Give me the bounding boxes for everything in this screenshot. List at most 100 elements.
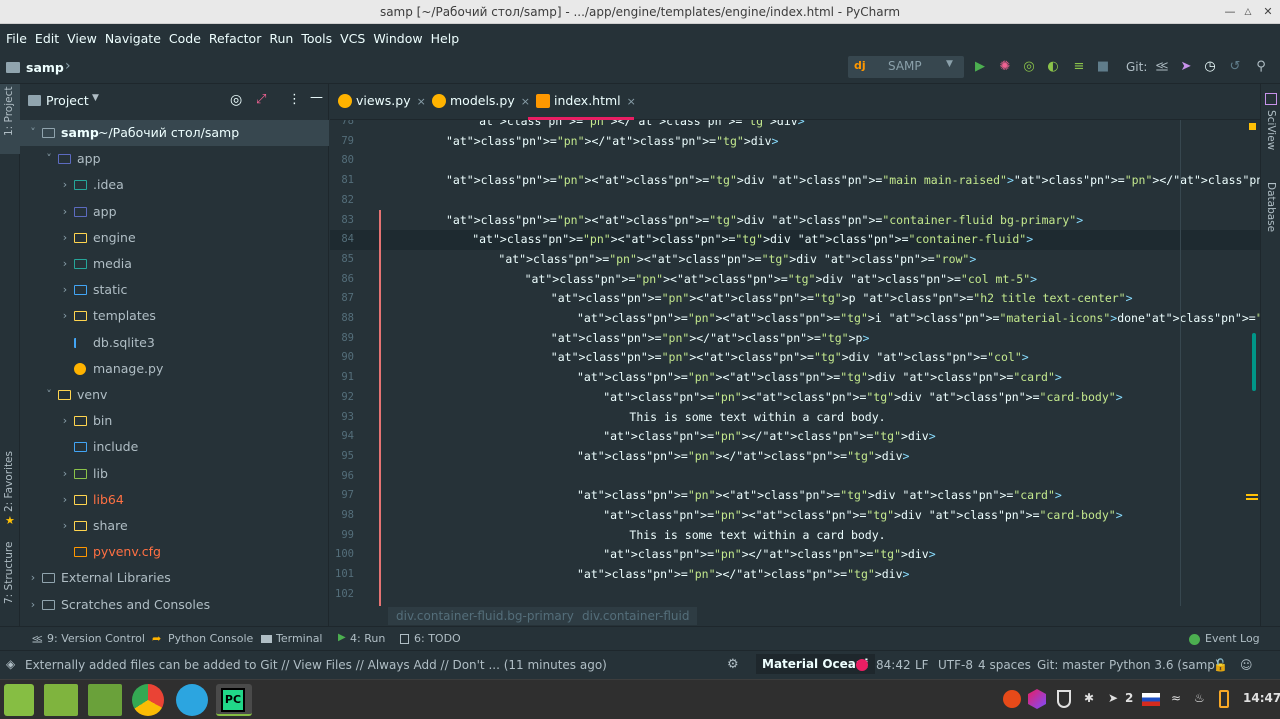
chevron-down-icon[interactable]: ˅ [44,146,54,172]
chevron-down-icon[interactable]: ▼ [92,93,99,103]
menu-code[interactable]: Code [169,31,201,46]
coverage-icon[interactable]: ◎ [1022,60,1036,74]
tree-item-samp[interactable]: ˅ samp ~/Рабочий стол/samp [20,120,329,146]
chevron-right-icon[interactable]: › [28,565,38,591]
bluetooth-icon[interactable]: ✱ [1084,691,1094,705]
code-line[interactable]: 100 "at">class"pn">="pn"></"at">class"pn"… [330,545,1260,565]
telegram-icon[interactable] [176,684,208,716]
battery-icon[interactable] [1219,690,1229,708]
code-line[interactable]: 99 This is some text within a card body. [330,526,1260,546]
code-line[interactable]: 78 "at">class"pn">="pn"></"at">class"pn">… [330,120,1260,132]
tab-index-html[interactable]: index.html × [528,84,636,120]
sciview-stripe-label[interactable]: SciView [1265,110,1277,150]
tab-views-py[interactable]: views.py × [330,84,426,120]
minimize-icon[interactable]: — [1222,4,1238,20]
code-line[interactable]: 92 "at">class"pn">="pn"><"at">class"pn">=… [330,388,1260,408]
code-line[interactable]: 96 [330,467,1260,487]
python-interpreter[interactable]: Python 3.6 (samp) [1109,658,1220,672]
favorites-stripe-label[interactable]: 2: Favorites [3,451,15,512]
collapse-all-icon[interactable]: ⤢ [256,92,266,107]
search-everywhere-icon[interactable]: ⚲ [1254,60,1268,74]
nav-project[interactable]: samp [26,60,64,75]
close-icon[interactable]: ✕ [1260,4,1276,20]
folder-app-icon[interactable] [88,684,122,716]
menu-file[interactable]: File [6,31,27,46]
code-line[interactable]: 97 "at">class"pn">="pn"><"at">class"pn">=… [330,486,1260,506]
line-separator[interactable]: LF [915,658,929,672]
git-push-icon[interactable]: ➤ [1179,60,1193,74]
chevron-right-icon[interactable]: › [60,251,70,277]
menu-help[interactable]: Help [431,31,460,46]
menu-navigate[interactable]: Navigate [105,31,161,46]
workspace-switcher[interactable]: ➤ [1108,691,1118,705]
event-log-tab[interactable]: Event Log [1205,632,1260,645]
chevron-right-icon[interactable]: › [60,513,70,539]
code-line[interactable]: 88 "at">class"pn">="pn"><"at">class"pn">=… [330,309,1260,329]
status-message[interactable]: Externally added files can be added to G… [25,658,607,672]
tree-item-media[interactable]: › media [20,251,329,277]
breadcrumb-item[interactable]: div.container-fluid [574,607,698,625]
settings-icon[interactable]: ⋮ [288,92,301,107]
code-line[interactable]: 90 "at">class"pn">="pn"><"at">class"pn">=… [330,348,1260,368]
database-stripe-label[interactable]: Database [1265,182,1277,232]
mint-menu-icon[interactable] [4,684,34,716]
code-editor[interactable]: 78 "at">class"pn">="pn"></"at">class"pn">… [330,120,1260,606]
warning-marker[interactable] [1246,494,1258,496]
code-line[interactable]: 91 "at">class"pn">="pn"><"at">class"pn">=… [330,368,1260,388]
code-line[interactable]: 83 "at">class"pn">="pn"><"at">class"pn">=… [330,211,1260,231]
project-panel-title[interactable]: Project [46,93,89,108]
breadcrumb-item[interactable]: div.container-fluid.bg-primary [388,607,582,625]
code-line[interactable]: 102 [330,585,1260,605]
file-encoding[interactable]: UTF-8 [938,658,973,672]
hector-icon[interactable]: ☺ [1240,658,1253,672]
chevron-right-icon[interactable]: › [28,592,38,618]
tree-item-scratches-and-consoles[interactable]: › Scratches and Consoles [20,592,329,618]
tree-item-lib[interactable]: › lib [20,461,329,487]
tab-models-py[interactable]: models.py × [424,84,530,120]
menu-edit[interactable]: Edit [35,31,59,46]
run-tab[interactable]: 4: Run [350,632,385,645]
locate-icon[interactable]: ◎ [230,92,242,108]
chevron-right-icon[interactable]: › [60,487,70,513]
tree-item-venv[interactable]: ˅ venv [20,382,329,408]
structure-stripe-label[interactable]: 7: Structure [3,542,15,604]
menu-vcs[interactable]: VCS [340,31,365,46]
clock[interactable]: 14:47 [1243,691,1280,705]
files-app-icon[interactable] [44,684,78,716]
chevron-right-icon[interactable]: › [60,199,70,225]
chevron-right-icon[interactable]: › [60,303,70,329]
chevron-right-icon[interactable]: › [60,225,70,251]
code-line[interactable]: 84 "at">class"pn">="pn"><"at">class"pn">=… [330,230,1260,251]
tree-item-db-sqlite3[interactable]: db.sqlite3 [20,330,329,356]
settings-icon[interactable]: ⚙ [727,657,739,672]
cursor-position[interactable]: 84:42 [876,658,911,672]
tree-item-include[interactable]: include [20,434,329,460]
code-line[interactable]: 86 "at">class"pn">="pn"><"at">class"pn">=… [330,270,1260,290]
update-manager-icon[interactable] [1003,690,1021,708]
tree-item-bin[interactable]: › bin [20,408,329,434]
todo-tab[interactable]: 6: TODO [414,632,461,645]
version-control-tab[interactable]: 9: Version Control [47,632,145,645]
debug-icon[interactable]: ✺ [998,60,1012,74]
editor-scrollbar[interactable] [1252,333,1256,391]
tree-item-templates[interactable]: › templates [20,303,329,329]
code-line[interactable]: 85 "at">class"pn">="pn"><"at">class"pn">=… [330,250,1260,270]
shield-icon[interactable] [1057,690,1071,708]
menu-run[interactable]: Run [269,31,293,46]
tree-item-static[interactable]: › static [20,277,329,303]
chevron-right-icon[interactable]: › [60,408,70,434]
terminal-tab[interactable]: Terminal [276,632,323,645]
tray-app-icon[interactable] [1028,689,1046,709]
code-line[interactable]: 93 This is some text within a card body. [330,408,1260,428]
lock-icon[interactable]: 🔓 [1213,658,1228,672]
menu-window[interactable]: Window [373,31,422,46]
rollback-icon[interactable]: ↺ [1228,60,1242,74]
chevron-down-icon[interactable]: ˅ [44,382,54,408]
tree-item-share[interactable]: › share [20,513,329,539]
tab-close-icon[interactable]: × [627,95,636,108]
menu-tools[interactable]: Tools [301,31,332,46]
tree-item-engine[interactable]: › engine [20,225,329,251]
volume-icon[interactable]: ♨ [1194,691,1205,705]
code-line[interactable]: 89 "at">class"pn">="pn"></"at">class"pn">… [330,329,1260,349]
code-line[interactable]: 101 "at">class"pn">="pn"></"at">class"pn"… [330,565,1260,585]
